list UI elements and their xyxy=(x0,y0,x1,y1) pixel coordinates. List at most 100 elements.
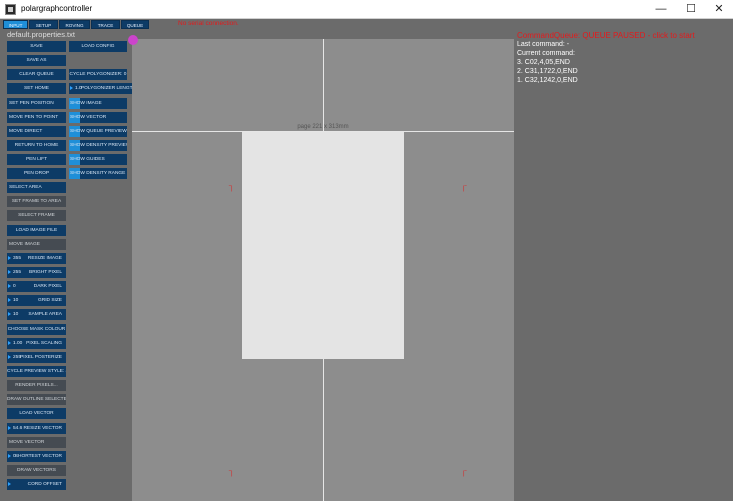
app-icon xyxy=(5,4,16,15)
pen-position-marker xyxy=(128,35,138,45)
pixel-scaling-value: 1.00 xyxy=(13,341,23,346)
bright-pixel-control[interactable]: 255 BRIGHT PIXEL xyxy=(7,267,66,278)
move-vector-button[interactable]: MOVE VECTOR xyxy=(7,437,66,448)
set-pen-position-button[interactable]: SET PEN POSITION xyxy=(7,98,66,109)
properties-filename: default.properties.txt xyxy=(7,30,75,39)
triangle-right-icon xyxy=(8,270,11,274)
bright-pixel-value: 255 xyxy=(13,270,22,275)
corner-marker: |‾ xyxy=(463,186,467,192)
corner-marker: ‾| xyxy=(229,186,233,192)
show-guides-label: SHOW GUIDES xyxy=(70,157,105,162)
triangle-right-icon xyxy=(8,284,11,288)
return-to-home-button[interactable]: RETURN TO HOME xyxy=(7,140,66,151)
last-command-text: Last command: - xyxy=(517,41,570,48)
show-density-range-label: SHOW DENSITY RANGE xyxy=(70,171,126,176)
load-image-file-button[interactable]: LOAD IMAGE FILE xyxy=(7,225,66,236)
clear-queue-button[interactable]: CLEAR QUEUE xyxy=(7,69,66,80)
close-button[interactable]: ✕ xyxy=(706,0,732,19)
show-image-label: SHOW IMAGE xyxy=(70,101,102,106)
move-direct-button[interactable]: MOVE DIRECT xyxy=(7,126,66,137)
sample-area-control[interactable]: 10 SAMPLE AREA xyxy=(7,309,66,320)
tab-queue[interactable]: QUEUE xyxy=(121,20,149,29)
serial-status-message: No serial connection. xyxy=(178,20,239,27)
maximize-button[interactable]: ☐ xyxy=(678,0,704,19)
corner-marker: |‾ xyxy=(463,471,467,477)
coord-offset-label: CORD OFFSET xyxy=(27,482,62,487)
load-config-button[interactable]: LOAD CONFIG xyxy=(69,41,127,52)
draw-vectors-button[interactable]: DRAW VECTORS xyxy=(7,465,66,476)
triangle-right-icon xyxy=(8,482,11,486)
bright-pixel-label: BRIGHT PIXEL xyxy=(29,270,62,275)
move-pen-to-point-button[interactable]: MOVE PEN TO POINT xyxy=(7,112,66,123)
resize-vector-label: RESIZE VECTOR xyxy=(23,426,62,431)
choose-mask-colour-button[interactable]: CHOOSE MASK COLOUR xyxy=(7,324,66,335)
current-command-text: Current command: xyxy=(517,50,575,57)
pen-drop-button[interactable]: PEN DROP xyxy=(7,168,66,179)
window-titlebar: polargraphcontroller — ☐ ✕ xyxy=(0,0,733,19)
tab-setup[interactable]: SETUP xyxy=(29,20,58,29)
resize-vector-value: 54.6 xyxy=(13,426,23,431)
tab-roving[interactable]: ROVING xyxy=(59,20,90,29)
show-vector-toggle[interactable]: SHOW VECTOR xyxy=(69,112,127,123)
show-density-preview-label: SHOW DENSITY PREVIEW xyxy=(70,143,127,148)
cycle-polygonizer-button[interactable]: CYCLE POLYGONIZER: 0 xyxy=(69,69,127,80)
save-button[interactable]: SAVE xyxy=(7,41,66,52)
triangle-right-icon xyxy=(8,454,11,458)
minimize-button[interactable]: — xyxy=(648,0,674,19)
show-guides-toggle[interactable]: SHOW GUIDES xyxy=(69,154,127,165)
sample-area-value: 10 xyxy=(13,312,19,317)
draw-outline-selected-button[interactable]: DRAW OUTLINE SELECTED xyxy=(7,394,66,405)
render-pixels-button[interactable]: RENDER PIXELS... xyxy=(7,380,66,391)
show-queue-preview-toggle[interactable]: SHOW QUEUE PREVIEW xyxy=(69,126,127,137)
save-as-button[interactable]: SAVE AS xyxy=(7,55,66,66)
pixel-scaling-control[interactable]: 1.00 PIXEL SCALING xyxy=(7,338,66,349)
shortest-vector-label: SHORTEST VECTOR xyxy=(14,454,62,459)
app-content: INPUT SETUP ROVING TRACE QUEUE No serial… xyxy=(0,19,733,501)
triangle-right-icon xyxy=(8,256,11,260)
show-image-toggle[interactable]: SHOW IMAGE xyxy=(69,98,127,109)
sample-area-label: SAMPLE AREA xyxy=(28,312,62,317)
set-frame-to-area-button[interactable]: SET FRAME TO AREA xyxy=(7,196,66,207)
triangle-right-icon xyxy=(8,355,11,359)
resize-image-label: RESIZE IMAGE xyxy=(27,256,62,261)
dark-pixel-control[interactable]: 0 DARK PIXEL xyxy=(7,281,66,292)
select-area-button[interactable]: SELECT AREA xyxy=(7,182,66,193)
show-queue-preview-label: SHOW QUEUE PREVIEW xyxy=(70,129,127,134)
polygonizer-length-control[interactable]: 1.0 POLYGONIZER LENGTH xyxy=(69,83,140,94)
triangle-right-icon xyxy=(8,298,11,302)
grid-size-control[interactable]: 10 GRID SIZE xyxy=(7,295,66,306)
page-area xyxy=(242,132,404,359)
grid-size-value: 10 xyxy=(13,298,19,303)
resize-image-value: 355 xyxy=(13,256,22,261)
load-vector-button[interactable]: LOAD VECTOR xyxy=(7,408,66,419)
set-home-button[interactable]: SET HOME xyxy=(7,83,66,94)
select-frame-button[interactable]: SELECT FRAME xyxy=(7,210,66,221)
corner-marker: ‾| xyxy=(229,471,233,477)
dark-pixel-value: 0 xyxy=(13,284,16,289)
pen-lift-button[interactable]: PEN LIFT xyxy=(7,154,66,165)
queue-item: 3. C02,4,05,END xyxy=(517,59,570,66)
drawing-canvas[interactable]: page 221 x 313mm ‾| |‾ ‾| |‾ xyxy=(132,39,514,501)
show-vector-label: SHOW VECTOR xyxy=(70,115,107,120)
triangle-right-icon xyxy=(70,86,73,90)
show-density-range-toggle[interactable]: SHOW DENSITY RANGE xyxy=(69,168,127,179)
polygonizer-length-label: POLYGONIZER LENGTH xyxy=(80,86,136,91)
pixel-posterize-control[interactable]: 255 PIXEL POSTERIZE xyxy=(7,352,66,363)
tab-trace[interactable]: TRACE xyxy=(91,20,120,29)
resize-image-control[interactable]: 355 RESIZE IMAGE xyxy=(7,253,66,264)
pixel-posterize-label: PIXEL POSTERIZE xyxy=(20,355,62,360)
page-size-label: page 221 x 313mm xyxy=(297,124,349,130)
show-density-preview-toggle[interactable]: SHOW DENSITY PREVIEW xyxy=(69,140,127,151)
resize-vector-control[interactable]: 54.6 RESIZE VECTOR xyxy=(7,423,66,434)
move-image-button[interactable]: MOVE IMAGE xyxy=(7,239,66,250)
queue-item: 1. C32,1242,0,END xyxy=(517,77,578,84)
tab-input[interactable]: INPUT xyxy=(3,20,28,29)
pixel-scaling-label: PIXEL SCALING xyxy=(26,341,62,346)
cycle-preview-style-button[interactable]: CYCLE PREVIEW STYLE: 4 xyxy=(7,366,66,377)
shortest-vector-control[interactable]: 0 SHORTEST VECTOR xyxy=(7,451,66,462)
queue-item: 2. C31,1722,0,END xyxy=(517,68,578,75)
command-queue-status[interactable]: CommandQueue: QUEUE PAUSED - click to st… xyxy=(517,31,695,40)
coord-offset-control[interactable]: CORD OFFSET xyxy=(7,479,66,490)
window-title: polargraphcontroller xyxy=(21,4,93,13)
triangle-right-icon xyxy=(8,312,11,316)
